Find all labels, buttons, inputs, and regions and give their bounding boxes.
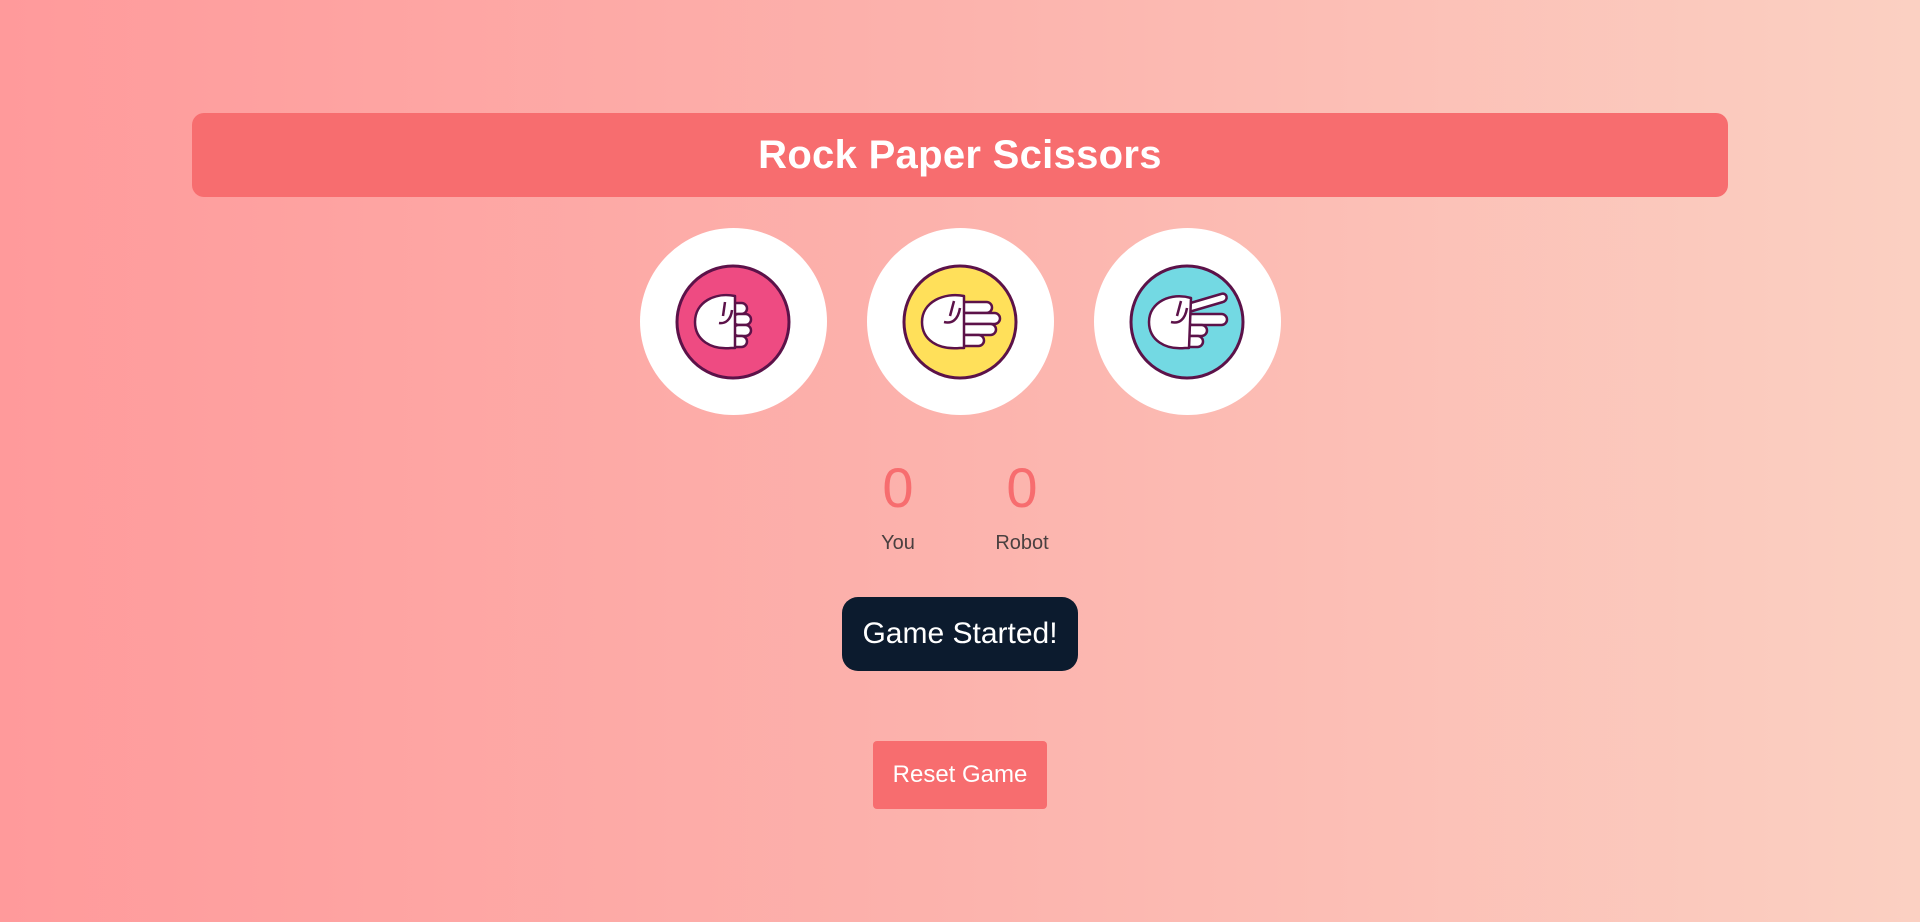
player-score-label: You bbox=[881, 532, 915, 554]
robot-score-value: 0 bbox=[1006, 456, 1038, 519]
choice-buttons bbox=[0, 228, 1920, 415]
rock-hand-icon bbox=[675, 264, 791, 379]
paper-button[interactable] bbox=[866, 228, 1054, 415]
player-score: 0 You bbox=[870, 452, 926, 555]
scoreboard: 0 You 0 Robot bbox=[0, 452, 1920, 555]
rock-button[interactable] bbox=[639, 228, 827, 415]
scissors-button[interactable] bbox=[1093, 228, 1281, 415]
scissors-hand-icon bbox=[1129, 264, 1245, 379]
reset-game-button[interactable]: Reset Game bbox=[873, 741, 1047, 809]
paper-hand-icon bbox=[902, 264, 1018, 379]
player-score-value: 0 bbox=[882, 456, 914, 519]
status-message: Game Started! bbox=[842, 597, 1078, 671]
game-title: Rock Paper Scissors bbox=[758, 132, 1162, 177]
robot-score: 0 Robot bbox=[994, 452, 1050, 555]
robot-score-label: Robot bbox=[995, 532, 1049, 554]
title-banner: Rock Paper Scissors bbox=[192, 113, 1728, 197]
